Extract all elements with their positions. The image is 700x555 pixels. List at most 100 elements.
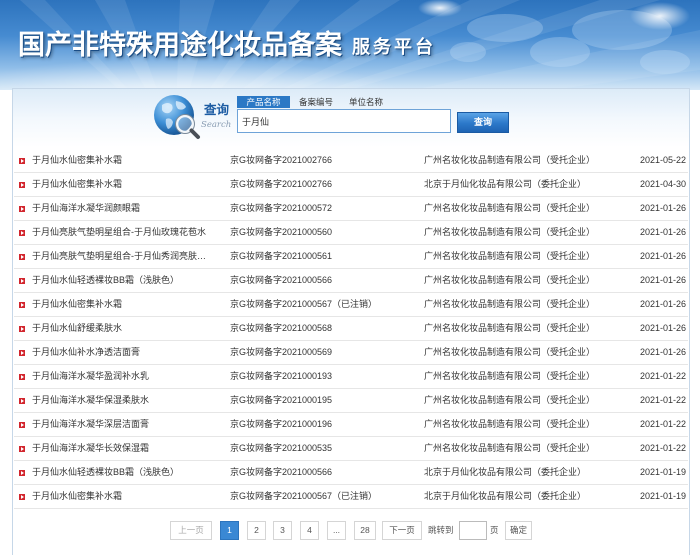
- bullet-icon: [19, 398, 25, 404]
- page-button-2[interactable]: 2: [247, 521, 266, 540]
- company-name: 广州名妆化妆品制造有限公司（受托企业）: [424, 299, 596, 309]
- company-name: 北京于月仙化妆品有限公司（委托企业）: [424, 467, 587, 477]
- product-name-link[interactable]: 于月仙水仙轻透裸妆BB霜（浅肤色）: [32, 269, 227, 292]
- result-row: 于月仙水仙舒缓柔肤水 京G妆网备字2021000568 广州名妆化妆品制造有限公…: [14, 317, 688, 341]
- page-button-1[interactable]: 1: [220, 521, 239, 540]
- bullet-icon: [19, 230, 25, 236]
- record-number: 京G妆网备字2021000569: [230, 347, 333, 357]
- company-name: 广州名妆化妆品制造有限公司（受托企业）: [424, 419, 596, 429]
- record-number: 京G妆网备字2021000196: [230, 419, 333, 429]
- company-name: 广州名妆化妆品制造有限公司（受托企业）: [424, 323, 596, 333]
- record-number: 京G妆网备字2021000566: [230, 467, 333, 477]
- result-row: 于月仙水仙密集补水霜 京G妆网备字2021000567（已注销） 北京于月仙化妆…: [14, 485, 688, 509]
- record-number: 京G妆网备字2021000572: [230, 203, 333, 213]
- company-name: 北京于月仙化妆品有限公司（委托企业）: [424, 179, 587, 189]
- record-date: 2021-01-22: [639, 395, 686, 405]
- record-date: 2021-01-26: [639, 251, 686, 261]
- header-banner: 国产非特殊用途化妆品备案 服务平台: [0, 0, 700, 90]
- search-label: 查询: [204, 103, 230, 117]
- record-date: 2021-01-22: [639, 419, 686, 429]
- record-number: 京G妆网备字2021000535: [230, 443, 333, 453]
- record-number: 京G妆网备字2021000566: [230, 275, 333, 285]
- jump-page-input[interactable]: [459, 521, 487, 540]
- site-subtitle: 服务平台: [352, 37, 436, 57]
- search-input[interactable]: [237, 109, 451, 133]
- result-row: 于月仙水仙密集补水霜 京G妆网备字2021002766 广州名妆化妆品制造有限公…: [14, 149, 688, 173]
- result-row: 于月仙海洋水凝华深层洁面膏 京G妆网备字2021000196 广州名妆化妆品制造…: [14, 413, 688, 437]
- record-number: 京G妆网备字2021000568: [230, 323, 333, 333]
- company-name: 广州名妆化妆品制造有限公司（受托企业）: [424, 443, 596, 453]
- bullet-icon: [19, 374, 25, 380]
- next-page-button[interactable]: 下一页: [382, 521, 422, 540]
- tab-record-number[interactable]: 备案编号: [296, 96, 336, 108]
- bullet-icon: [19, 446, 25, 452]
- company-name: 广州名妆化妆品制造有限公司（受托企业）: [424, 275, 596, 285]
- page-unit-label: 页: [490, 525, 499, 535]
- product-name-link[interactable]: 于月仙亮肤气垫明星组合-于月仙玫瑰花苞水: [32, 221, 227, 244]
- tab-company-name[interactable]: 单位名称: [345, 96, 387, 108]
- page-button-4[interactable]: 4: [300, 521, 319, 540]
- bullet-icon: [19, 206, 25, 212]
- product-name-link[interactable]: 于月仙水仙密集补水霜: [32, 293, 227, 316]
- product-name-link[interactable]: 于月仙海洋水凝华盈润补水乳: [32, 365, 227, 388]
- product-name-link[interactable]: 于月仙海洋水凝华润颜眼霜: [32, 197, 227, 220]
- company-name: 广州名妆化妆品制造有限公司（受托企业）: [424, 227, 596, 237]
- bullet-icon: [19, 422, 25, 428]
- company-name: 广州名妆化妆品制造有限公司（受托企业）: [424, 203, 596, 213]
- record-number: 京G妆网备字2021000567（已注销）: [230, 491, 378, 501]
- record-number: 京G妆网备字2021000195: [230, 395, 333, 405]
- site-title: 国产非特殊用途化妆品备案: [18, 30, 342, 60]
- product-name-link[interactable]: 于月仙水仙补水净透洁面膏: [32, 341, 227, 364]
- result-row: 于月仙亮肤气垫明星组合-于月仙玫瑰花苞水 京G妆网备字2021000560 广州…: [14, 221, 688, 245]
- globe-search-icon: [154, 95, 200, 139]
- company-name: 广州名妆化妆品制造有限公司（受托企业）: [424, 251, 596, 261]
- record-date: 2021-01-26: [639, 299, 686, 309]
- page-ellipsis: ...: [327, 521, 346, 540]
- result-row: 于月仙海洋水凝华长效保湿霜 京G妆网备字2021000535 广州名妆化妆品制造…: [14, 437, 688, 461]
- result-row: 于月仙海洋水凝华润颜眼霜 京G妆网备字2021000572 广州名妆化妆品制造有…: [14, 197, 688, 221]
- result-row: 于月仙水仙密集补水霜 京G妆网备字2021000567（已注销） 广州名妆化妆品…: [14, 293, 688, 317]
- product-name-link[interactable]: 于月仙水仙密集补水霜: [32, 485, 227, 508]
- results-list: 于月仙水仙密集补水霜 京G妆网备字2021002766 广州名妆化妆品制造有限公…: [14, 149, 688, 509]
- page-button-3[interactable]: 3: [273, 521, 292, 540]
- product-name-link[interactable]: 于月仙水仙舒缓柔肤水: [32, 317, 227, 340]
- product-name-link[interactable]: 于月仙水仙密集补水霜: [32, 173, 227, 196]
- company-name: 广州名妆化妆品制造有限公司（受托企业）: [424, 347, 596, 357]
- record-date: 2021-01-26: [639, 323, 686, 333]
- record-date: 2021-01-26: [639, 347, 686, 357]
- bullet-icon: [19, 182, 25, 188]
- product-name-link[interactable]: 于月仙水仙轻透裸妆BB霜（浅肤色）: [32, 461, 227, 484]
- record-number: 京G妆网备字2021000193: [230, 371, 333, 381]
- record-date: 2021-01-22: [639, 371, 686, 381]
- record-number: 京G妆网备字2021000561: [230, 251, 333, 261]
- record-date: 2021-01-19: [639, 491, 686, 501]
- result-row: 于月仙水仙轻透裸妆BB霜（浅肤色） 京G妆网备字2021000566 广州名妆化…: [14, 269, 688, 293]
- company-name: 广州名妆化妆品制造有限公司（受托企业）: [424, 395, 596, 405]
- bullet-icon: [19, 278, 25, 284]
- result-row: 于月仙亮肤气垫明星组合-于月仙秀润亮肤… 京G妆网备字2021000561 广州…: [14, 245, 688, 269]
- bullet-icon: [19, 350, 25, 356]
- company-name: 北京于月仙化妆品有限公司（委托企业）: [424, 491, 587, 501]
- bullet-icon: [19, 470, 25, 476]
- record-number: 京G妆网备字2021000567（已注销）: [230, 299, 378, 309]
- record-date: 2021-01-26: [639, 203, 686, 213]
- record-date: 2021-01-26: [639, 227, 686, 237]
- prev-page-button[interactable]: 上一页: [170, 521, 212, 540]
- search-label-en: Search: [201, 120, 232, 130]
- record-date: 2021-04-30: [639, 179, 686, 189]
- page-button-28[interactable]: 28: [354, 521, 376, 540]
- search-button[interactable]: 查询: [457, 112, 509, 133]
- tab-product-name[interactable]: 产品名称: [237, 96, 290, 108]
- record-date: 2021-01-22: [639, 443, 686, 453]
- product-name-link[interactable]: 于月仙亮肤气垫明星组合-于月仙秀润亮肤…: [32, 245, 227, 268]
- result-row: 于月仙水仙轻透裸妆BB霜（浅肤色） 京G妆网备字2021000566 北京于月仙…: [14, 461, 688, 485]
- product-name-link[interactable]: 于月仙海洋水凝华保湿柔肤水: [32, 389, 227, 412]
- record-date: 2021-01-19: [639, 467, 686, 477]
- product-name-link[interactable]: 于月仙海洋水凝华长效保湿霜: [32, 437, 227, 460]
- bullet-icon: [19, 302, 25, 308]
- record-date: 2021-01-26: [639, 275, 686, 285]
- product-name-link[interactable]: 于月仙海洋水凝华深层洁面膏: [32, 413, 227, 436]
- product-name-link[interactable]: 于月仙水仙密集补水霜: [32, 149, 227, 172]
- jump-confirm-button[interactable]: 确定: [505, 521, 532, 540]
- bullet-icon: [19, 158, 25, 164]
